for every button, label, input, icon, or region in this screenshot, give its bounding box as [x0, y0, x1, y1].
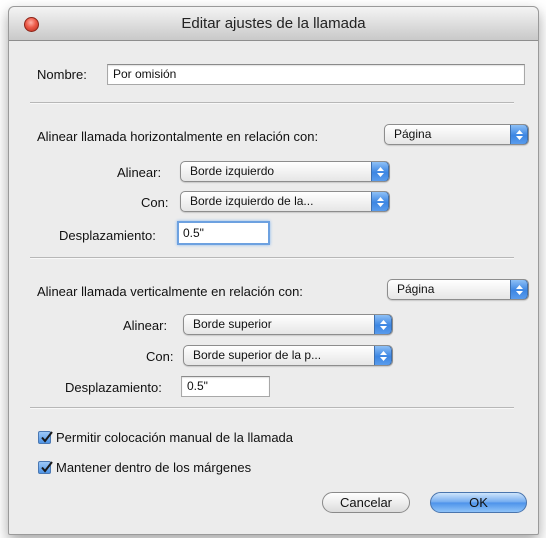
horizontal-align-value: Borde izquierdo [190, 164, 275, 178]
checkmark-icon [41, 461, 53, 473]
name-field-value: Por omisión [113, 67, 177, 81]
vertical-offset-value: 0.5" [187, 379, 208, 393]
horizontal-offset-value: 0.5" [183, 226, 204, 240]
vertical-relative-to-popup[interactable]: Página [387, 279, 529, 300]
vertical-with-label: Con: [146, 349, 174, 364]
vertical-with-popup[interactable]: Borde superior de la p... [183, 345, 393, 366]
up-down-arrows-icon [374, 346, 392, 365]
horizontal-heading: Alinear llamada horizontalmente en relac… [37, 129, 319, 144]
window-title: Editar ajustes de la llamada [181, 15, 366, 32]
ok-button[interactable]: OK [430, 492, 527, 513]
vertical-offset-label: Desplazamiento: [65, 380, 162, 395]
separator [30, 102, 514, 104]
name-label: Nombre: [37, 67, 87, 82]
up-down-arrows-icon [371, 162, 389, 181]
manual-placement-label[interactable]: Permitir colocación manual de la llamada [56, 430, 293, 445]
checkmark-icon [41, 431, 53, 443]
cancel-button[interactable]: Cancelar [322, 492, 410, 513]
horizontal-relative-to-popup[interactable]: Página [384, 124, 529, 145]
horizontal-with-popup[interactable]: Borde izquierdo de la... [180, 191, 390, 212]
vertical-align-popup[interactable]: Borde superior [183, 314, 393, 335]
horizontal-align-label: Alinear: [117, 165, 162, 180]
vertical-relative-to-value: Página [397, 282, 435, 296]
title-bar: Editar ajustes de la llamada [9, 7, 538, 41]
horizontal-offset-label: Desplazamiento: [59, 228, 156, 243]
horizontal-align-popup[interactable]: Borde izquierdo [180, 161, 390, 182]
up-down-arrows-icon [371, 192, 389, 211]
name-field[interactable]: Por omisión [107, 64, 525, 85]
up-down-arrows-icon [374, 315, 392, 334]
horizontal-offset-field[interactable]: 0.5" [177, 221, 270, 245]
horizontal-with-label: Con: [141, 195, 169, 210]
vertical-align-label: Alinear: [123, 318, 168, 333]
horizontal-with-value: Borde izquierdo de la... [190, 194, 314, 208]
manual-placement-checkbox[interactable] [38, 431, 53, 444]
dialog-window: Editar ajustes de la llamada Nombre: Por… [8, 6, 539, 535]
vertical-with-value: Borde superior de la p... [193, 348, 322, 362]
vertical-align-value: Borde superior [193, 317, 272, 331]
vertical-heading: Alinear llamada verticalmente en relació… [37, 284, 303, 299]
separator [30, 407, 514, 409]
keep-in-margins-checkbox[interactable] [38, 461, 53, 474]
horizontal-relative-to-value: Página [394, 127, 432, 141]
keep-in-margins-label[interactable]: Mantener dentro de los márgenes [56, 460, 251, 475]
vertical-offset-field[interactable]: 0.5" [181, 376, 270, 397]
up-down-arrows-icon [510, 280, 528, 299]
up-down-arrows-icon [510, 125, 528, 144]
separator [30, 257, 514, 259]
